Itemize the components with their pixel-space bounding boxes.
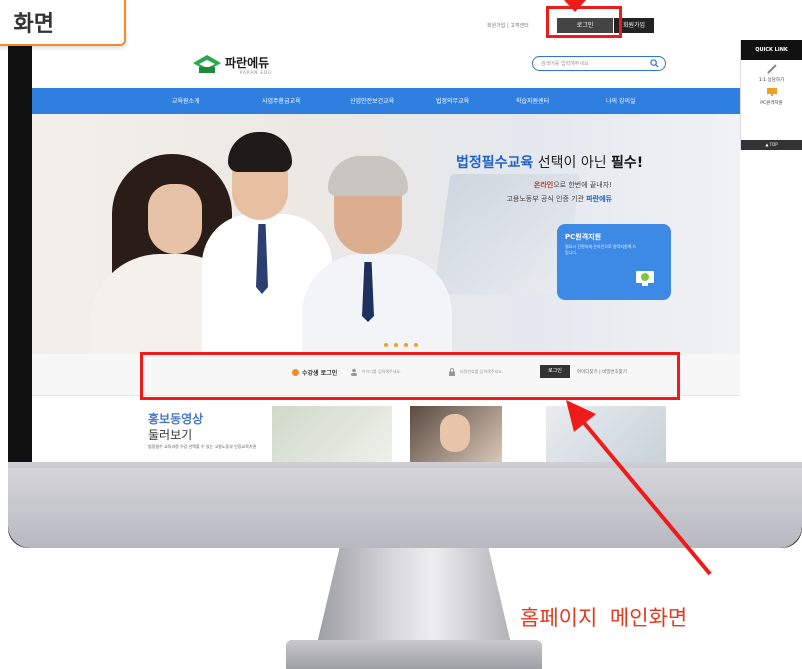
pc-remote-support-card[interactable]: PC원격지원 필요시 간편하게 온라인으로 원격지원해 드립니다. [557,224,671,300]
hero-subline-2: 고용노동부 공식 인증 기관 파란에듀 [506,194,612,204]
quick-item-label: PC원격지원 [760,101,783,106]
carousel-dot[interactable] [394,343,398,347]
promo-thumbnail[interactable] [410,406,502,462]
subline-2-bold: 파란에듀 [586,195,612,203]
subline-1-rest: 으로 한번에 끝내자! [553,181,612,189]
utility-links[interactable]: 회원가입 | 고객센터 [487,22,529,29]
headline-middle: 선택이 아닌 [533,155,612,171]
hero-subline-1: 온라인으로 한번에 끝내자! [534,180,612,190]
callout-box: 화면 [0,0,126,46]
search-placeholder: 검색어를 입력해주세요 [541,61,589,67]
quick-item-remote[interactable]: PC원격지원 [741,83,802,106]
quick-item-label: 1:1 상담하기 [758,78,785,83]
carousel-dots [384,332,424,351]
headline-emphasis: 필수! [611,155,644,171]
nav-item-employer-refund[interactable]: 사업주환급교육 [262,96,301,105]
carousel-dot[interactable] [404,343,408,347]
pc-card-desc: 필요시 간편하게 온라인으로 원격지원해 드립니다. [565,244,637,255]
arrow-down-icon [564,0,586,12]
pencil-icon [766,64,777,74]
monitor-stand-base [286,640,542,669]
subline-2-rest: 고용노동부 공식 인증 기관 [506,195,587,203]
callout-text: 화면 [13,12,54,37]
back-to-top-button[interactable]: ▲ TOP [741,140,802,150]
monitor-stand-neck [316,548,512,648]
person-older-man-body [302,254,452,354]
monitor-icon [766,88,777,96]
promo-thumbnail[interactable] [272,406,392,462]
carousel-dot[interactable] [414,343,418,347]
nav-item-learning-support[interactable]: 학습지원센터 [516,96,549,105]
nav-item-my-classroom[interactable]: 나의 강의실 [606,96,636,105]
nav-item-mandatory[interactable]: 법정의무교육 [436,96,469,105]
thumbnail-face [440,414,470,452]
hero-headline: 법정필수교육 선택이 아닌 필수! [456,152,643,172]
promo-description: 법정필수 교육과정 수강 선택할 수 있는 고용노동부 인증교육기관 [148,444,257,449]
pc-card-title: PC원격지원 [565,233,602,241]
site-logo[interactable]: 파란에듀 PARAN EDU [192,52,302,80]
remote-monitor-icon [636,271,654,286]
arrow-up-left-icon [566,400,712,576]
main-nav: 교육원소개 사업주환급교육 산업안전보건교육 법정의무교육 학습지원센터 나의 … [32,88,740,114]
person-woman-face [148,184,202,254]
nav-item-about[interactable]: 교육원소개 [172,96,200,105]
quick-menu: QUICK LINK 1:1 상담하기 PC원격지원 ▲ TOP [740,40,802,150]
logo-name: 파란에듀 [225,56,270,70]
promo-stage: 회원가입 | 고객센터 로그인 회원가입 파란에듀 PARAN EDU 검색어를… [0,0,802,669]
person-young-man-hair [228,132,292,172]
promo-title-line-1: 홍보동영상 [148,412,204,426]
quick-menu-title: QUICK LINK [741,40,802,60]
promo-title-line-2: 둘러보기 [148,428,193,442]
headline-highlight: 법정필수교육 [456,155,534,171]
person-older-man-hair [328,156,408,196]
join-label: 회원가입 [622,22,646,29]
hero-banner: 법정필수교육 선택이 아닌 필수! 온라인으로 한번에 끝내자! 고용노동부 공… [32,114,740,354]
utility-bar: 회원가입 | 고객센터 로그인 회원가입 [32,0,802,40]
caption-text: 홈페이지 메인화면 [520,606,688,630]
logo-subtitle: PARAN EDU [240,70,273,75]
nav-item-safety[interactable]: 산업안전보건교육 [350,96,394,105]
search-input[interactable]: 검색어를 입력해주세요 [532,56,666,71]
carousel-dot[interactable] [384,343,388,347]
quick-item-consult[interactable]: 1:1 상담하기 [741,60,802,83]
highlight-box-login-bar [140,352,680,400]
search-icon[interactable] [650,59,659,68]
subline-1-bold: 온라인 [533,181,554,189]
graduation-cap-logo-icon [193,55,221,73]
